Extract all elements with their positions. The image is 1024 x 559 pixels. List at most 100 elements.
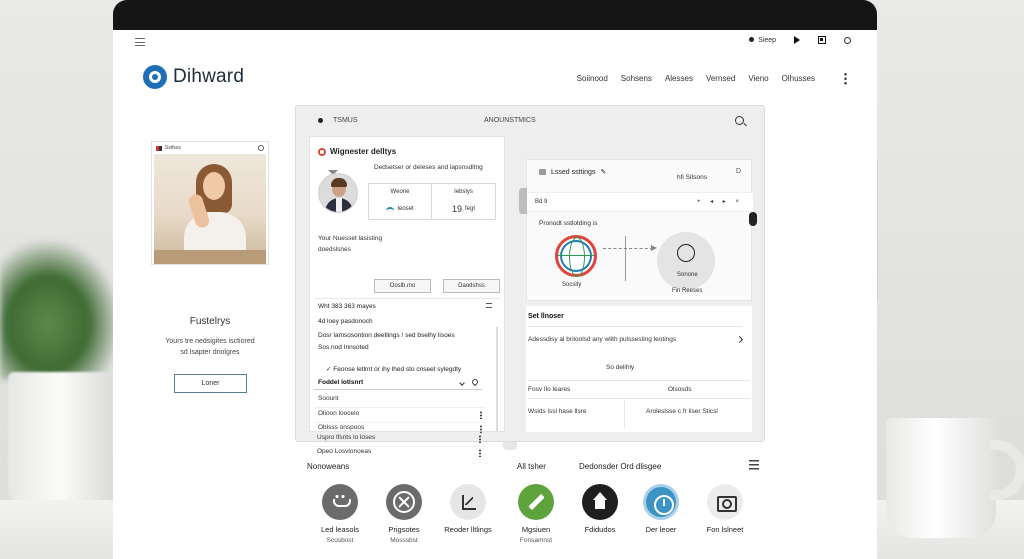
app-window: TSMUS ANOUNSTMICS Wignester delltys Deds…: [295, 105, 765, 457]
divider: [625, 236, 626, 281]
scrollbar[interactable]: [496, 327, 498, 431]
info-cell: Ieoset: [369, 199, 432, 219]
flag-icon: [156, 145, 162, 151]
globe-label: Socsity: [562, 282, 582, 288]
nav-item[interactable]: Alesses: [665, 74, 693, 83]
left-pane-title: Wignester delltys: [330, 147, 397, 156]
right-pane-toolbar: Bd 9 + ◂ ▸ ×: [527, 192, 753, 212]
right-pane-title: Lssed ssttings: [551, 168, 596, 176]
left-pane-line: Wht 383 363 mayes: [318, 303, 376, 310]
app-tile[interactable]: Reoder lltlings: [436, 484, 500, 537]
app-tile[interactable]: Led leasols Scosbost: [308, 484, 372, 544]
search-icon[interactable]: [258, 145, 264, 151]
edit-icon[interactable]: ✎: [600, 168, 606, 176]
arrow-right-icon: [651, 245, 657, 251]
list-item[interactable]: Opeo Losvlonoeas: [313, 448, 485, 461]
lower-pane-table: Fosv Ilo leares Olsosds Wslds lssl hase …: [528, 384, 750, 432]
top-controls: Sieep: [749, 36, 851, 44]
connector-line: [603, 248, 653, 249]
app-tile[interactable]: Fon lslneet: [693, 484, 757, 537]
bottom-menu-icon[interactable]: [749, 460, 759, 470]
nav-item[interactable]: Vernsed: [706, 74, 735, 83]
corner-icon[interactable]: D: [736, 168, 741, 175]
nav-item[interactable]: Soiinood: [577, 74, 608, 83]
profile-card-label: Ssifsss: [165, 145, 181, 151]
bulb-label: Sonone: [677, 272, 698, 278]
info-box: Weone Iebslys Ieoset 19 fegt: [368, 183, 496, 220]
background-plant: [0, 240, 120, 380]
app-tile[interactable]: Der leoer: [629, 484, 693, 537]
window-title-bar: TSMUS ANOUNSTMICS: [296, 106, 764, 136]
row-menu-icon[interactable]: [480, 411, 482, 419]
globe-icon[interactable]: [555, 235, 597, 277]
divider: [528, 326, 742, 327]
list-item[interactable]: Olioon loocelo: [314, 410, 486, 423]
right-pane-line: Pronodt sstlotding is: [539, 220, 598, 227]
table-cell: Wslds lssl hase llsre: [528, 408, 587, 415]
app-tile[interactable]: Mgsiuen Fonsamnst: [504, 484, 568, 544]
row-menu-icon[interactable]: [480, 425, 482, 433]
scroll-handle[interactable]: [749, 212, 757, 226]
pencil-icon: [518, 484, 554, 520]
hamburger-menu-icon[interactable]: [135, 38, 145, 46]
info-cell: Iebslys: [454, 188, 473, 195]
bottom-heading: Dedonsder Ord dlisgee: [579, 462, 662, 471]
window-center-label[interactable]: ANOUNSTMICS: [484, 117, 536, 124]
left-pane-line: 4d loey pasdonoch: [318, 318, 373, 325]
circle-icon[interactable]: [844, 36, 851, 44]
avatar[interactable]: [318, 173, 358, 213]
laptop-bezel: [113, 0, 877, 32]
option-button[interactable]: Daodshss: [443, 279, 500, 293]
nav-item[interactable]: Olhusses: [782, 74, 815, 83]
status-dot-icon: [318, 118, 323, 123]
background-plant-pot: [8, 372, 112, 502]
checked-line[interactable]: ✓ Feonse letlmt or ihy lhed sto cnseet s…: [326, 365, 461, 373]
lower-pane-center: So delihly: [606, 364, 635, 371]
folder-icon: [539, 169, 546, 175]
brand-logo[interactable]: Dihward: [143, 65, 244, 89]
pane-tab-handle[interactable]: [519, 188, 527, 214]
window-left-label[interactable]: TSMUS: [333, 117, 358, 124]
target-icon: [318, 147, 326, 156]
lower-pane-row[interactable]: Adessdisy al briloolsd any wlith pulsses…: [528, 336, 676, 343]
bottom-heading: All tsher: [517, 462, 546, 471]
lightbulb-icon: [677, 244, 695, 262]
stop-icon[interactable]: [818, 36, 826, 44]
chevron-right-icon[interactable]: [735, 335, 744, 344]
app-tile[interactable]: Prigsotes Mosssbst: [372, 484, 436, 544]
filter-select[interactable]: Foddel lotlsnrt: [314, 377, 482, 390]
toolbar-controls[interactable]: + ◂ ▸ ×: [697, 198, 743, 205]
main-nav: Soiinood Sohsens Alesses Vernsed Vieno O…: [577, 74, 815, 83]
chart-icon: [450, 484, 486, 520]
play-icon[interactable]: [794, 36, 800, 44]
info-cell: Weone: [369, 184, 432, 200]
home-icon: [582, 484, 618, 520]
profile-card-header: Ssifsss: [152, 142, 268, 154]
window-search-icon[interactable]: [735, 116, 744, 125]
profile-name: Fustelrys: [189, 316, 231, 327]
option-button[interactable]: Ooslb.mo: [374, 279, 431, 293]
close-icon: [386, 484, 422, 520]
bottom-heading: Nonoweans: [307, 462, 350, 471]
list-menu-icon[interactable]: [486, 303, 492, 308]
left-pane-buttons: Ooslb.mo Daodshss: [374, 279, 500, 293]
row-menu-icon[interactable]: [479, 449, 481, 457]
more-options-icon[interactable]: [844, 72, 847, 85]
nav-item[interactable]: Sohsens: [621, 74, 652, 83]
left-pane-line: Sos nod Innsoted: [318, 344, 369, 351]
profile-description: Yours tre nedsigites isctiored sd lsapte…: [165, 338, 255, 356]
record-dot-icon: [749, 36, 755, 42]
camera-icon: [707, 484, 743, 520]
lower-pane-title: Set llnoser: [528, 313, 564, 320]
profile-action-button[interactable]: Loner: [174, 374, 247, 393]
nav-item[interactable]: Vieno: [748, 74, 768, 83]
clock-icon: [643, 484, 679, 520]
row-menu-icon[interactable]: [479, 435, 481, 443]
right-pane: Lssed ssttings ✎ hfi Sitsons D Bd 9 + ◂ ▸…: [519, 159, 757, 301]
profile-card[interactable]: Ssifsss: [151, 141, 269, 265]
list-item[interactable]: Soount: [314, 395, 486, 408]
info-cell: 19 fegt: [451, 204, 476, 215]
list-item[interactable]: Uspro lfsnts lo loses: [313, 434, 485, 447]
app-tile[interactable]: Fdidudos: [568, 484, 632, 537]
logo-icon: [143, 65, 167, 89]
